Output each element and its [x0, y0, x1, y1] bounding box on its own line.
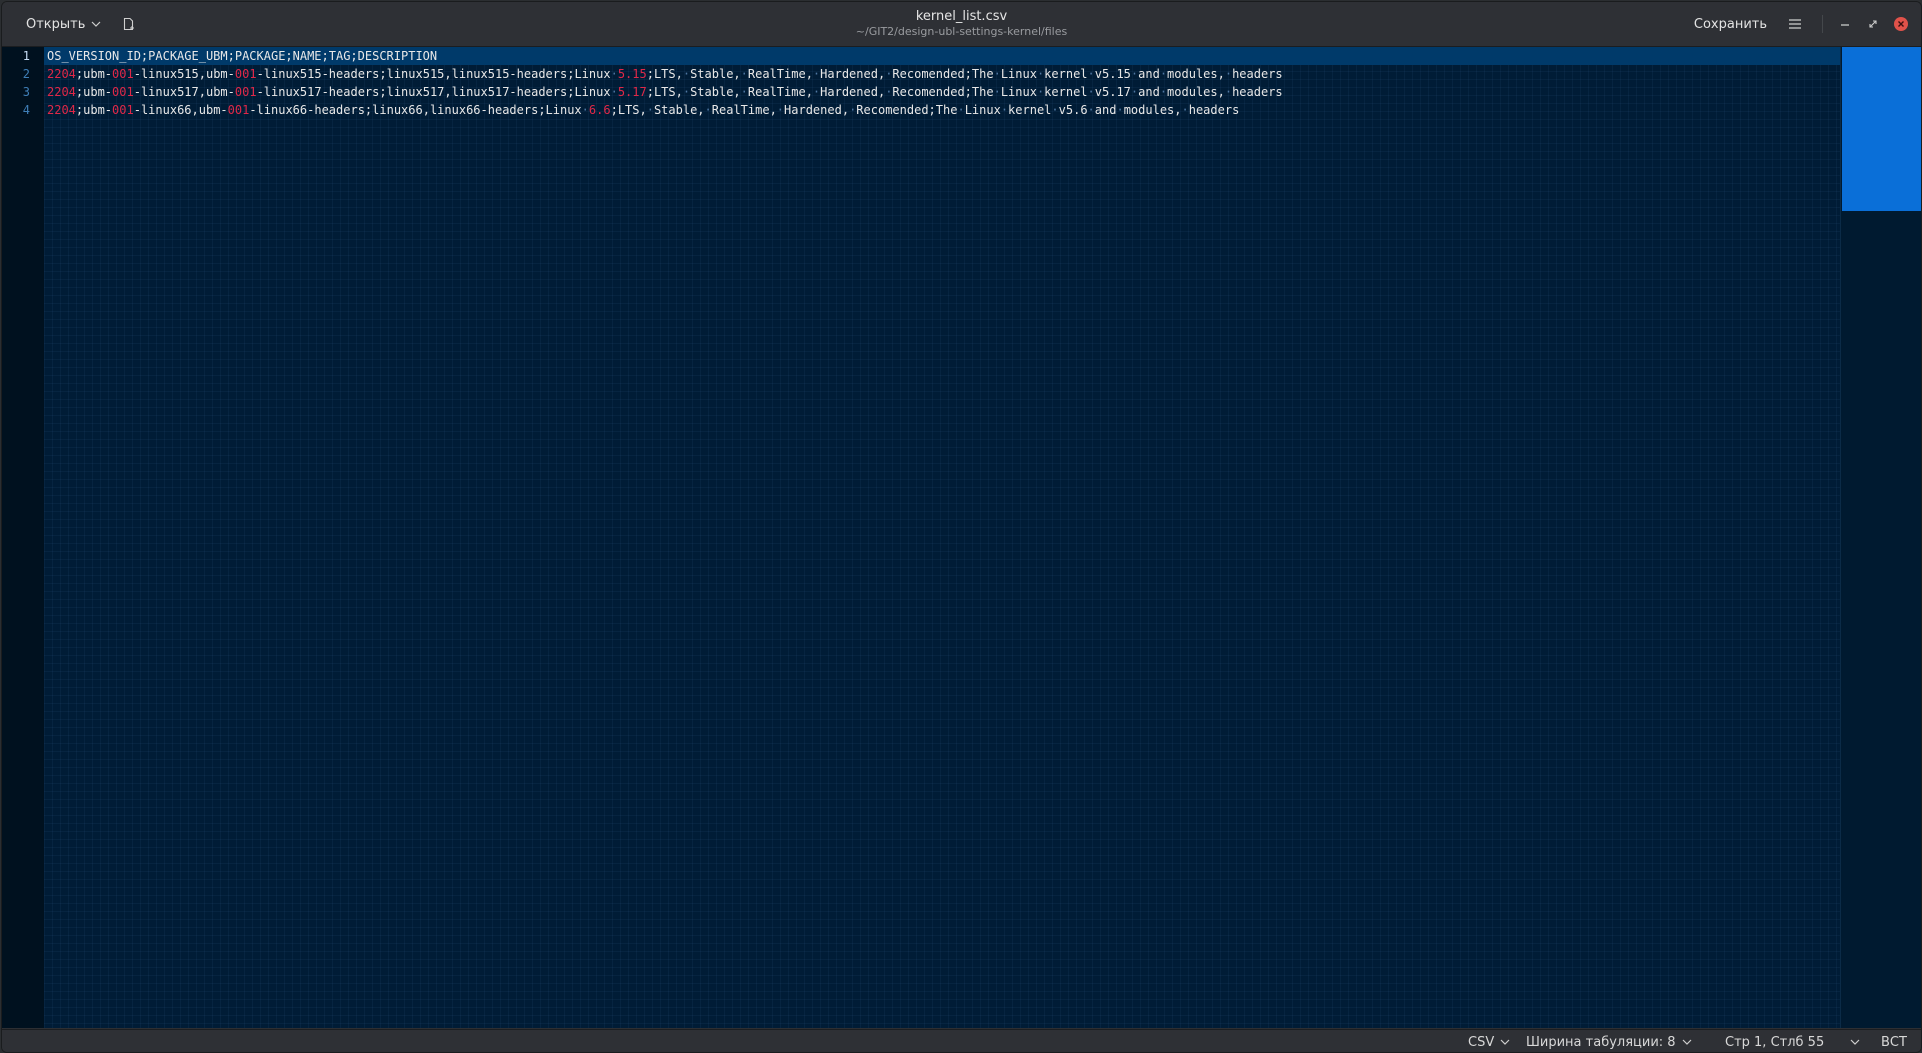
window-subtitle: ~/GIT2/design-ubl-settings-kernel/files [855, 25, 1068, 38]
maximize-button[interactable] [1863, 14, 1883, 34]
chevron-down-icon [1682, 1039, 1691, 1045]
code-line[interactable]: 2204;ubm-001-linux515,ubm-001-linux515-h… [47, 65, 1283, 83]
language-selector[interactable]: CSV [1468, 1033, 1510, 1051]
line-number: 2 [22, 67, 30, 81]
save-button-label: Сохранить [1693, 16, 1767, 32]
tab-width-label: Ширина табуляции: 8 [1526, 1034, 1676, 1050]
minimize-button[interactable] [1835, 14, 1855, 34]
window-title: kernel_list.csv [915, 9, 1008, 24]
insert-mode-label: ВСТ [1881, 1034, 1907, 1050]
editor-view[interactable]: 1 2 3 4 OS_VERSION_ID;PACKAGE_UBM;PACKAG… [2, 47, 1921, 1028]
tab-width-selector[interactable]: Ширина табуляции: 8 [1526, 1033, 1692, 1051]
text-area[interactable]: OS_VERSION_ID;PACKAGE_UBM;PACKAGE;NAME;T… [44, 47, 1841, 1028]
code-line[interactable]: 2204;ubm-001-linux517,ubm-001-linux517-h… [47, 83, 1283, 101]
cursor-position-label: Стр 1, Стлб 55 [1725, 1034, 1825, 1050]
save-button[interactable]: Сохранить [1684, 10, 1777, 38]
minimize-icon [1841, 24, 1849, 26]
code-line[interactable]: OS_VERSION_ID;PACKAGE_UBM;PACKAGE;NAME;T… [47, 47, 437, 65]
line-number-gutter: 1 2 3 4 [2, 47, 44, 1028]
title-block: kernel_list.csv ~/GIT2/design-ubl-settin… [2, 9, 1921, 39]
line-number: 1 [22, 49, 30, 63]
maximize-icon [1869, 20, 1877, 28]
position-menu-button[interactable] [1844, 1033, 1860, 1051]
text-editor-window: Открыть kernel_list.csv ~/GIT2/design-ub… [1, 1, 1922, 1053]
line-number: 3 [22, 85, 30, 99]
overview-map[interactable] [1840, 47, 1921, 1028]
close-icon [1894, 17, 1908, 31]
code-line[interactable]: 2204;ubm-001-linux66,ubm-001-linux66-hea… [47, 101, 1239, 119]
chevron-down-icon [1500, 1039, 1510, 1045]
close-button[interactable] [1891, 14, 1911, 34]
status-bar: CSV Ширина табуляции: 8 Стр 1, Стлб 55 В… [2, 1029, 1921, 1052]
header-separator [1822, 15, 1823, 33]
language-label: CSV [1468, 1034, 1495, 1050]
app-menu-button[interactable] [1781, 10, 1809, 38]
cursor-position[interactable]: Стр 1, Стлб 55 [1725, 1033, 1824, 1051]
header-bar: Открыть kernel_list.csv ~/GIT2/design-ub… [2, 2, 1921, 47]
line-number: 4 [22, 103, 30, 117]
overview-map-viewport[interactable] [1842, 47, 1921, 211]
chevron-down-icon [1850, 1039, 1860, 1045]
insert-mode-indicator: ВСТ [1881, 1033, 1907, 1051]
hamburger-menu-icon [1789, 19, 1801, 29]
